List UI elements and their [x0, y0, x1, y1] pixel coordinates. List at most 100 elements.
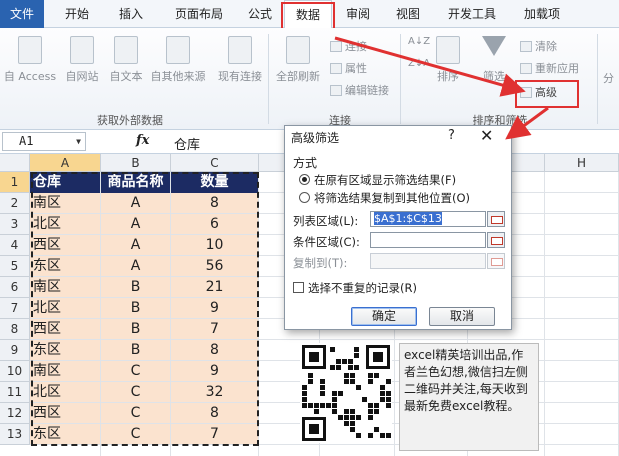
row-header-8[interactable]: 8 — [0, 319, 30, 340]
list-range-input[interactable]: $A$1:$C$13 — [370, 211, 486, 227]
data-cell[interactable]: C — [101, 382, 170, 402]
tab-insert[interactable]: 插入 — [110, 0, 152, 28]
radio-copy-to-location[interactable]: 将筛选结果复制到其他位置(O) — [299, 190, 470, 206]
data-cell[interactable]: 32 — [171, 382, 258, 402]
connections-button[interactable]: 连接 — [330, 38, 367, 54]
data-cell[interactable]: 西区 — [30, 319, 100, 339]
data-cell[interactable]: 南区 — [30, 277, 100, 297]
chevron-down-icon[interactable]: ▼ — [76, 133, 81, 150]
column-header-a[interactable]: A — [30, 154, 101, 172]
data-cell[interactable]: 6 — [171, 214, 258, 234]
from-text-button[interactable]: 自文本 — [104, 36, 148, 84]
data-cell[interactable]: 9 — [171, 298, 258, 318]
filter-button[interactable]: 筛选 — [474, 36, 514, 84]
row-header-9[interactable]: 9 — [0, 340, 30, 361]
row-header-1[interactable]: 1 — [0, 172, 30, 193]
ok-button[interactable]: 确定 — [351, 307, 417, 326]
header-cell[interactable]: 仓库 — [30, 172, 100, 193]
sort-za-icon[interactable]: Z↓A — [408, 58, 430, 69]
header-cell[interactable]: 商品名称 — [101, 172, 170, 193]
fx-icon[interactable]: fx — [136, 133, 149, 148]
data-cell[interactable]: 北区 — [30, 214, 100, 234]
split-column-button[interactable]: 分 — [603, 70, 614, 86]
data-cell[interactable]: 北区 — [30, 382, 100, 402]
data-cell[interactable]: 东区 — [30, 256, 100, 276]
data-cell[interactable]: 东区 — [30, 424, 100, 444]
tab-home[interactable]: 开始 — [56, 0, 98, 28]
data-cell[interactable]: 9 — [171, 361, 258, 381]
row-header-13[interactable]: 13 — [0, 424, 30, 445]
tab-addins[interactable]: 加载项 — [514, 0, 570, 28]
cancel-button[interactable]: 取消 — [429, 307, 495, 326]
from-other-sources-button[interactable]: 自其他来源 — [148, 36, 208, 84]
data-cell[interactable]: C — [101, 403, 170, 423]
formula-input[interactable]: 仓库 — [174, 134, 200, 153]
data-cell[interactable]: 西区 — [30, 403, 100, 423]
range-picker-icon[interactable] — [487, 211, 505, 227]
tab-view[interactable]: 视图 — [388, 0, 428, 28]
data-cell[interactable]: 56 — [171, 256, 258, 276]
unique-records-checkbox[interactable]: 选择不重复的记录(R) — [293, 280, 417, 296]
criteria-range-input[interactable] — [370, 232, 486, 248]
data-cell[interactable]: 10 — [171, 235, 258, 255]
column-header-c[interactable]: C — [171, 154, 259, 172]
reapply-button[interactable]: 重新应用 — [520, 60, 579, 76]
properties-button[interactable]: 属性 — [330, 60, 367, 76]
criteria-range-label: 条件区域(C): — [293, 235, 360, 249]
row-header-6[interactable]: 6 — [0, 277, 30, 298]
column-header-b[interactable]: B — [101, 154, 171, 172]
data-cell[interactable]: 南区 — [30, 193, 100, 213]
data-cell[interactable]: 7 — [171, 319, 258, 339]
range-picker-icon[interactable] — [487, 232, 505, 248]
data-cell[interactable]: B — [101, 298, 170, 318]
data-cell[interactable]: 8 — [171, 340, 258, 360]
name-box[interactable]: A1 ▼ — [2, 132, 86, 151]
row-header-4[interactable]: 4 — [0, 235, 30, 256]
tab-review[interactable]: 审阅 — [338, 0, 378, 28]
row-header-7[interactable]: 7 — [0, 298, 30, 319]
header-cell[interactable]: 数量 — [171, 172, 258, 193]
radio-filter-in-place[interactable]: 在原有区域显示筛选结果(F) — [299, 172, 456, 188]
data-cell[interactable]: A — [101, 235, 170, 255]
close-icon[interactable]: ✕ — [480, 126, 493, 145]
data-cell[interactable]: 8 — [171, 193, 258, 213]
help-icon[interactable]: ? — [448, 128, 455, 143]
data-cell[interactable]: A — [101, 256, 170, 276]
row-header-5[interactable]: 5 — [0, 256, 30, 277]
data-cell[interactable]: A — [101, 193, 170, 213]
tab-file[interactable]: 文件 — [0, 0, 44, 28]
data-cell[interactable]: B — [101, 277, 170, 297]
data-cell[interactable]: 南区 — [30, 361, 100, 381]
select-all-corner[interactable] — [0, 154, 30, 172]
column-header-h[interactable]: H — [545, 154, 619, 172]
sort-button[interactable]: 排序 — [430, 36, 466, 84]
existing-connections-button[interactable]: 现有连接 — [214, 36, 266, 84]
tab-developer[interactable]: 开发工具 — [440, 0, 504, 28]
promo-text-box: excel精英培训出品,作者兰色幻想,微信扫左侧二维码并关注,每天收到最新免费e… — [399, 343, 539, 451]
data-cell[interactable]: C — [101, 424, 170, 444]
from-web-button[interactable]: 自网站 — [60, 36, 104, 84]
data-cell[interactable]: 西区 — [30, 235, 100, 255]
row-header-3[interactable]: 3 — [0, 214, 30, 235]
row-header-12[interactable]: 12 — [0, 403, 30, 424]
data-cell[interactable]: 东区 — [30, 340, 100, 360]
from-access-button[interactable]: 自 Access — [2, 36, 58, 84]
data-cell[interactable]: 7 — [171, 424, 258, 444]
data-cell[interactable]: C — [101, 361, 170, 381]
data-cell[interactable]: A — [101, 214, 170, 234]
tab-formulas[interactable]: 公式 — [240, 0, 280, 28]
clear-filter-button[interactable]: 清除 — [520, 38, 557, 54]
sort-az-icon[interactable]: A↓Z — [408, 36, 430, 47]
edit-links-button[interactable]: 编辑链接 — [330, 82, 389, 98]
tab-page-layout[interactable]: 页面布局 — [164, 0, 234, 28]
row-header-10[interactable]: 10 — [0, 361, 30, 382]
data-cell[interactable]: 北区 — [30, 298, 100, 318]
data-cell[interactable]: 21 — [171, 277, 258, 297]
qr-module — [350, 415, 355, 420]
data-cell[interactable]: B — [101, 340, 170, 360]
row-header-2[interactable]: 2 — [0, 193, 30, 214]
data-cell[interactable]: 8 — [171, 403, 258, 423]
row-header-11[interactable]: 11 — [0, 382, 30, 403]
data-cell[interactable]: B — [101, 319, 170, 339]
refresh-all-button[interactable]: 全部刷新 — [272, 36, 324, 84]
